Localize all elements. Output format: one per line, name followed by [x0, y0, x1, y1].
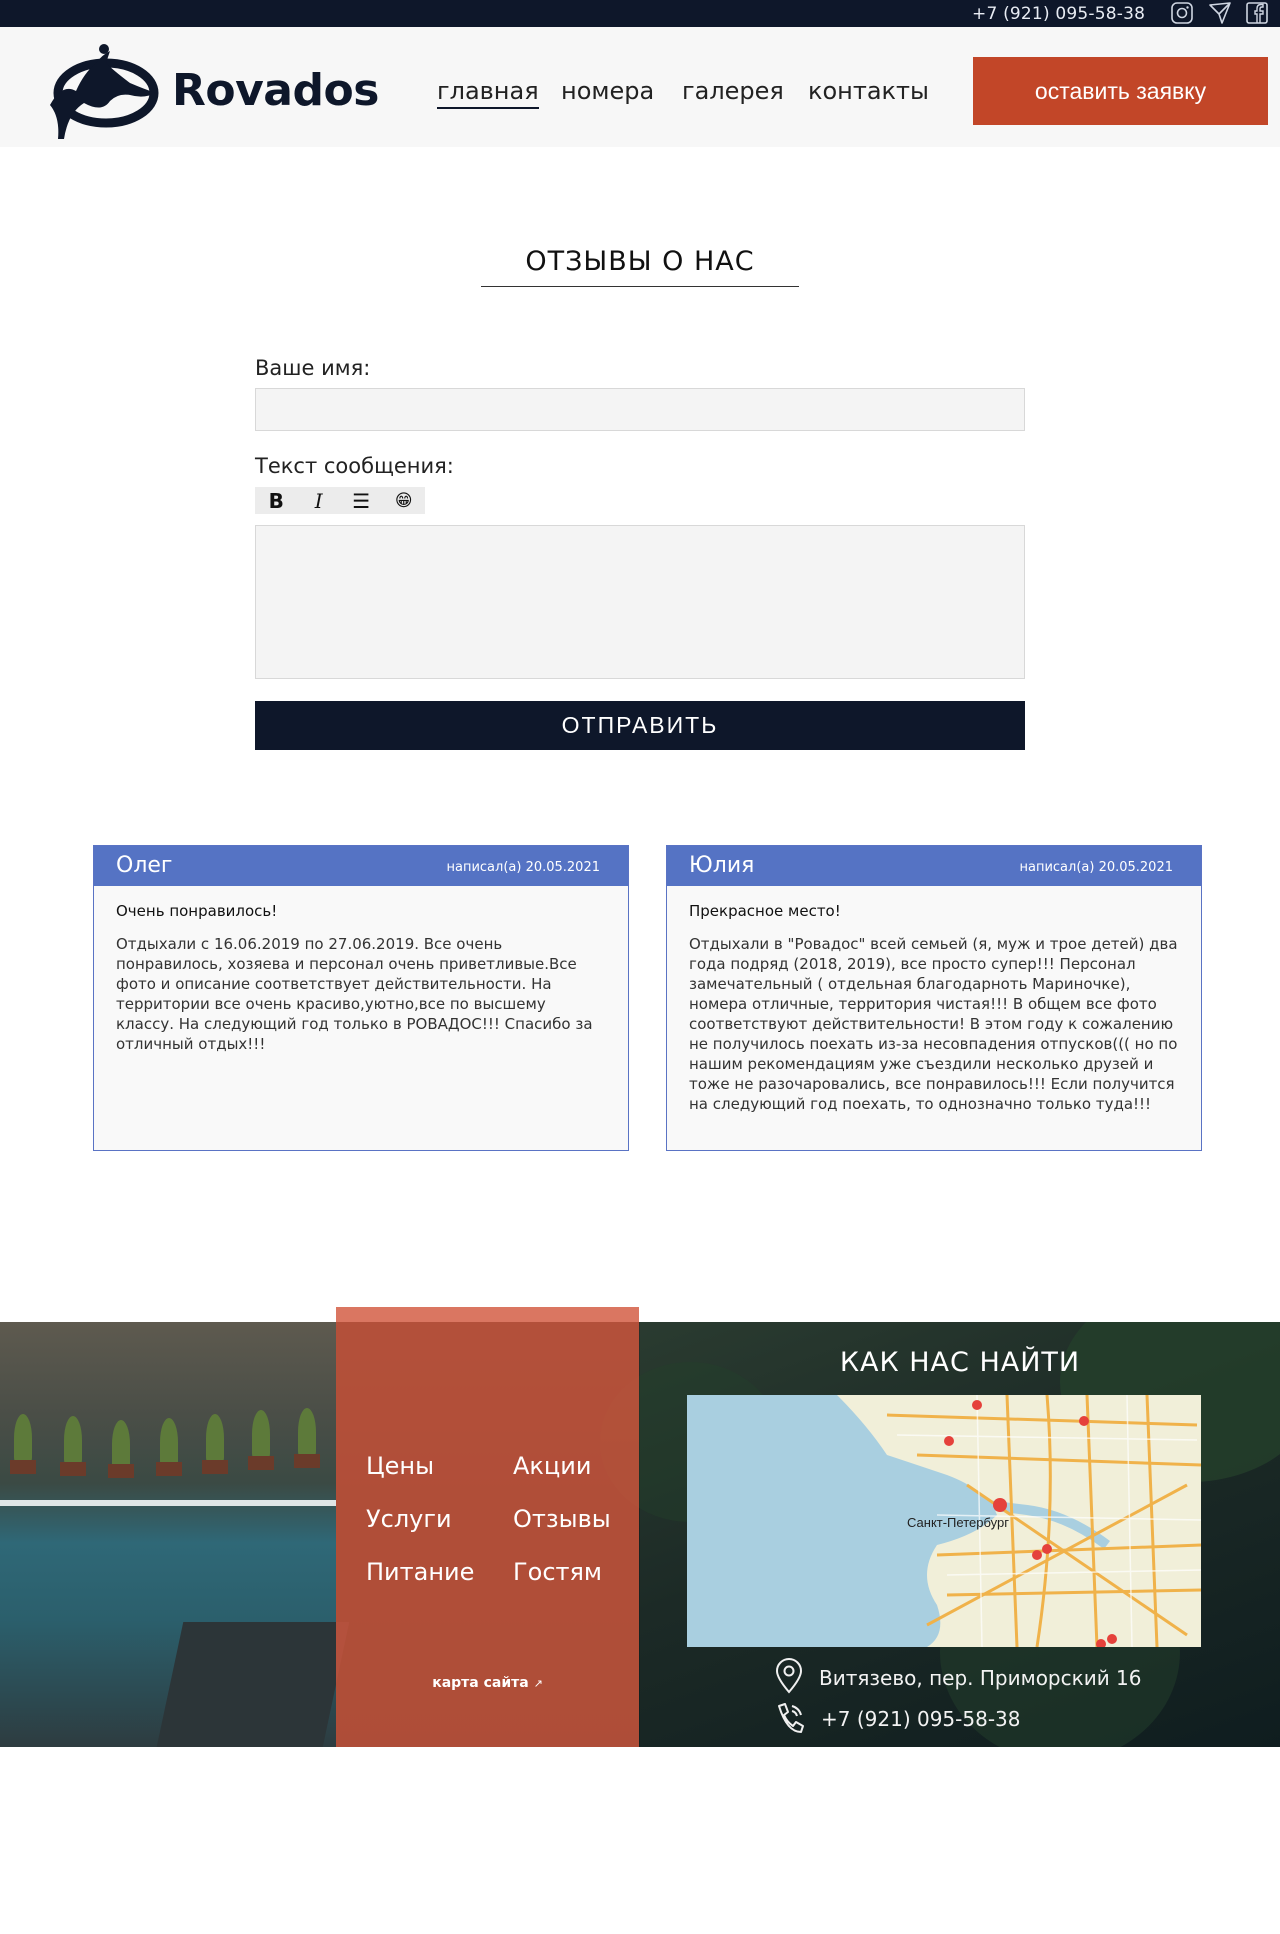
- review-title: Прекрасное место!: [689, 902, 841, 920]
- footer-phone[interactable]: +7 (921) 095-58-38: [821, 1707, 1020, 1731]
- sitemap-link[interactable]: карта сайта ↗: [336, 1675, 639, 1691]
- italic-icon[interactable]: I: [298, 487, 341, 514]
- review-text: Отдыхали с 16.06.2019 по 27.06.2019. Все…: [116, 935, 593, 1053]
- nav-contacts[interactable]: контакты: [808, 77, 929, 105]
- review-text: Отдыхали в "Ровадос" всей семьей (я, муж…: [689, 935, 1178, 1113]
- nav-home[interactable]: главная: [437, 77, 539, 109]
- review-header: Олег написал(а) 20.05.2021: [94, 846, 628, 886]
- footer-link-reviews[interactable]: Отзывы: [513, 1505, 611, 1533]
- footer-address: Витязево, пер. Приморский 16: [819, 1666, 1142, 1690]
- nav-rooms[interactable]: номера: [561, 77, 654, 105]
- review-card: Юлия написал(а) 20.05.2021 Прекрасное ме…: [666, 845, 1202, 1151]
- editor-toolbar: B I ☰ 😁: [255, 487, 425, 514]
- title-underline: [481, 286, 799, 287]
- list-icon[interactable]: ☰: [340, 487, 383, 514]
- sitemap-label[interactable]: карта сайта: [432, 1675, 529, 1691]
- page-title: ОТЗЫВЫ О НАС: [525, 246, 755, 277]
- emoji-icon[interactable]: 😁: [383, 487, 426, 514]
- instagram-icon[interactable]: [1170, 1, 1194, 25]
- footer-link-food[interactable]: Питание: [366, 1558, 474, 1586]
- leave-request-button[interactable]: оставить заявку: [973, 57, 1268, 125]
- brand-name[interactable]: Rovados: [172, 65, 379, 116]
- review-date: написал(а) 20.05.2021: [446, 860, 600, 875]
- top-phone[interactable]: +7 (921) 095-58-38: [972, 4, 1145, 24]
- review-title: Очень понравилось!: [116, 902, 278, 920]
- footer-link-promotions[interactable]: Акции: [513, 1452, 591, 1480]
- map-city-label: Санкт-Петербург: [907, 1515, 1009, 1530]
- review-header: Юлия написал(а) 20.05.2021: [667, 846, 1201, 886]
- site-header: Rovados главная номера галерея контакты …: [0, 27, 1280, 147]
- logo-emblem-icon[interactable]: [44, 43, 160, 143]
- find-us-title: КАК НАС НАЙТИ: [839, 1347, 1081, 1378]
- top-bar: +7 (921) 095-58-38: [0, 0, 1280, 27]
- location-pin-icon: [773, 1658, 805, 1694]
- nav-gallery[interactable]: галерея: [682, 77, 784, 105]
- footer-links-panel: Цены Акции Услуги Отзывы Питание Гостям …: [336, 1307, 639, 1747]
- name-label: Ваше имя:: [255, 356, 371, 380]
- review-date: написал(а) 20.05.2021: [1019, 860, 1173, 875]
- phone-icon: [773, 1700, 805, 1736]
- review-author: Юлия: [689, 853, 755, 878]
- telegram-icon[interactable]: [1208, 1, 1232, 25]
- external-link-icon: ↗: [533, 1677, 543, 1690]
- location-map[interactable]: Санкт-Петербург: [687, 1395, 1201, 1647]
- message-textarea[interactable]: [255, 525, 1025, 679]
- bold-icon[interactable]: B: [255, 487, 298, 514]
- submit-button[interactable]: ОТПРАВИТЬ: [255, 701, 1025, 750]
- review-card: Олег написал(а) 20.05.2021 Очень понрави…: [93, 845, 629, 1151]
- name-input[interactable]: [255, 388, 1025, 431]
- facebook-icon[interactable]: [1245, 1, 1269, 25]
- message-label: Текст сообщения:: [255, 454, 454, 478]
- pool-photo: [0, 1322, 350, 1747]
- footer-link-guests[interactable]: Гостям: [513, 1558, 602, 1586]
- footer-link-prices[interactable]: Цены: [366, 1452, 434, 1480]
- review-author: Олег: [116, 853, 173, 878]
- footer-link-services[interactable]: Услуги: [366, 1505, 452, 1533]
